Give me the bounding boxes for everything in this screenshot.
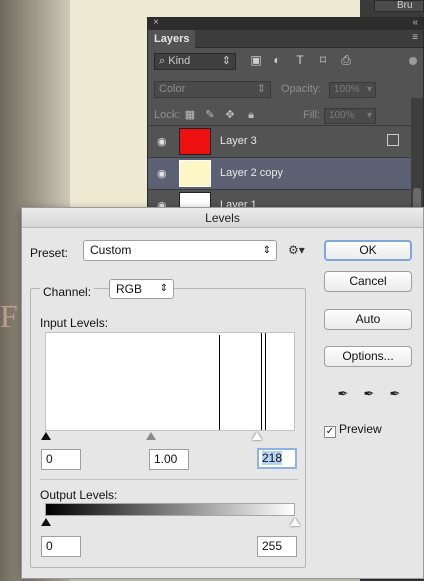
- visibility-eye-icon[interactable]: ◉: [157, 135, 167, 148]
- gray-eyedropper-icon[interactable]: ✒: [360, 386, 378, 402]
- layer-name: Layer 2 copy: [220, 167, 283, 179]
- kind-filter-label: Kind: [168, 55, 191, 67]
- divider: [40, 479, 298, 480]
- fill-field[interactable]: 100% ▾: [324, 108, 376, 124]
- check-icon: ✓: [324, 426, 336, 438]
- chevron-updown-icon: ⇕: [221, 55, 231, 67]
- cancel-button[interactable]: Cancel: [324, 271, 412, 292]
- layers-scrollbar[interactable]: [411, 98, 423, 211]
- filter-toggle[interactable]: [409, 57, 417, 65]
- tab-layers[interactable]: Layers: [148, 30, 196, 48]
- channel-select[interactable]: RGB ⇕: [109, 279, 174, 299]
- chevron-updown-icon: ⇕: [159, 283, 168, 294]
- input-black-field[interactable]: 0: [41, 449, 81, 470]
- preset-value: Custom: [90, 243, 132, 257]
- preset-label: Preset:: [30, 246, 69, 260]
- output-black-handle[interactable]: [41, 518, 51, 526]
- preview-label: Preview: [339, 422, 382, 436]
- output-levels-label: Output Levels:: [40, 488, 118, 502]
- smartobject-filter-icon[interactable]: ⎙: [339, 53, 353, 67]
- panel-topbar: × «: [148, 17, 423, 30]
- layer-name: Layer 3: [220, 135, 257, 147]
- histogram-bar: [261, 333, 262, 430]
- preset-select[interactable]: Custom ⇕: [83, 240, 277, 261]
- layer-thumbnail: [179, 128, 211, 155]
- lock-label: Lock:: [154, 109, 181, 121]
- opacity-value: 100%: [334, 84, 360, 95]
- opacity-field[interactable]: 100% ▾: [329, 82, 376, 98]
- output-white-field[interactable]: 255: [257, 536, 297, 557]
- document-text: F: [0, 298, 20, 334]
- panel-menu-icon[interactable]: ≡: [412, 32, 418, 43]
- ok-button[interactable]: OK: [324, 240, 412, 261]
- input-black-handle[interactable]: [41, 432, 51, 440]
- chevron-down-icon: ▾: [366, 110, 372, 121]
- levels-dialog: Levels Preset: Custom ⇕ ⚙▾ Channel: RGB …: [21, 207, 424, 579]
- shape-filter-icon[interactable]: ⌑: [316, 53, 330, 67]
- opacity-label: Opacity:: [281, 83, 322, 95]
- histogram-bar: [265, 333, 266, 430]
- layers-panel: × « Layers ≡ ⌕ Kind ⇕ ▣ ◐ T ⌑ ⎙ Color ⇕ …: [147, 17, 424, 219]
- lock-all-icon[interactable]: 🔒︎: [244, 108, 258, 122]
- layer-row-layer-3[interactable]: ◉ Layer 3: [148, 125, 411, 157]
- lock-brush-icon[interactable]: ✎: [203, 108, 217, 122]
- filter-row: ⌕ Kind ⇕ ▣ ◐ T ⌑ ⎙: [148, 49, 423, 73]
- layer-thumbnail: [179, 160, 211, 187]
- fill-label: Fill:: [303, 109, 321, 121]
- input-gamma-handle[interactable]: [146, 432, 156, 440]
- output-black-field[interactable]: 0: [41, 536, 81, 557]
- lock-position-icon[interactable]: ✥: [223, 108, 237, 122]
- output-gradient: [45, 503, 295, 516]
- search-icon: ⌕: [159, 55, 166, 67]
- kind-filter-select[interactable]: ⌕ Kind ⇕: [154, 53, 236, 70]
- layer-row-layer-2-copy[interactable]: ◉ Layer 2 copy: [148, 157, 411, 189]
- collapse-icon[interactable]: «: [412, 17, 418, 28]
- output-white-handle[interactable]: [290, 518, 300, 526]
- input-levels-slider[interactable]: [41, 431, 295, 443]
- histogram: [45, 332, 295, 431]
- channel-label: Channel:: [40, 285, 95, 299]
- lock-row: Lock: ▦ ✎ ✥ 🔒︎ Fill: 100% ▾: [148, 108, 423, 126]
- brush-button[interactable]: Bru: [374, 0, 424, 12]
- blend-mode-select[interactable]: Color ⇕: [154, 81, 271, 98]
- output-levels-slider[interactable]: [41, 517, 300, 529]
- close-icon[interactable]: ×: [153, 17, 159, 28]
- visibility-eye-icon[interactable]: ◉: [157, 167, 167, 180]
- gear-icon[interactable]: ⚙▾: [288, 243, 305, 257]
- blend-mode-value: Color: [159, 83, 186, 95]
- chevron-down-icon: ▾: [366, 84, 372, 95]
- pixel-filter-icon[interactable]: ▣: [249, 53, 263, 67]
- channel-value: RGB: [116, 282, 143, 296]
- blend-row: Color ⇕ Opacity: 100% ▾: [148, 81, 423, 99]
- adjustment-filter-icon[interactable]: ◐: [270, 53, 284, 67]
- lock-transparent-icon[interactable]: ▦: [183, 108, 197, 122]
- input-levels-label: Input Levels:: [40, 316, 109, 330]
- input-white-handle[interactable]: [252, 432, 262, 440]
- chevron-updown-icon: ⇕: [262, 245, 271, 256]
- preview-checkbox[interactable]: ✓ Preview: [324, 422, 382, 438]
- fill-value: 100%: [329, 110, 355, 121]
- panel-tabbar: Layers ≡: [148, 30, 423, 48]
- input-white-field[interactable]: 218: [257, 448, 297, 469]
- auto-button[interactable]: Auto: [324, 309, 412, 330]
- input-gamma-field[interactable]: 1.00: [149, 449, 189, 470]
- type-filter-icon[interactable]: T: [293, 53, 307, 67]
- options-button[interactable]: Options...: [324, 346, 412, 367]
- black-eyedropper-icon[interactable]: ✒: [334, 386, 352, 402]
- dialog-title: Levels: [22, 208, 423, 228]
- input-white-value: 218: [262, 451, 283, 465]
- smart-object-icon: [387, 134, 399, 146]
- chevron-updown-icon: ⇕: [256, 83, 266, 95]
- white-eyedropper-icon[interactable]: ✒: [386, 386, 404, 402]
- histogram-bar: [219, 335, 220, 430]
